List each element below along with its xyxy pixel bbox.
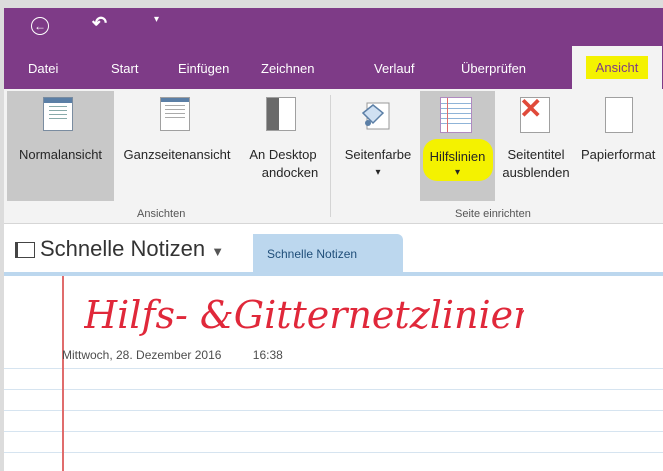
tab-datei[interactable]: Datei: [28, 61, 58, 76]
section-tab[interactable]: Schnelle Notizen: [253, 234, 403, 274]
rule-lines-button[interactable]: Hilfslinien ▾: [420, 91, 495, 201]
notebook-header: Schnelle Notizen ▼ Schnelle Notizen: [4, 224, 663, 274]
normal-view-label: Normalansicht: [18, 147, 103, 162]
dock-to-desktop-icon: [266, 97, 296, 131]
back-arrow-circle-icon[interactable]: ←: [31, 17, 49, 35]
paper-size-label: Papierformat: [581, 147, 656, 162]
paper-size-button[interactable]: Papierformat: [577, 91, 663, 201]
paint-bucket-icon: [359, 99, 393, 131]
quick-access-toolbar: ← ↶ ▾: [4, 8, 663, 46]
full-page-view-icon: [160, 97, 190, 131]
full-page-view-label: Ganzseitenansicht: [123, 147, 231, 162]
page-time: 16:38: [252, 348, 283, 362]
tab-start[interactable]: Start: [111, 61, 138, 76]
page-timestamp: Mittwoch, 28. Dezember 2016 16:38: [62, 348, 283, 362]
rule-lines-icon: [440, 97, 472, 133]
notebook-dropdown-icon[interactable]: ▼: [211, 244, 224, 259]
rule-lines-dropdown-icon: ▾: [454, 167, 461, 178]
page-color-button[interactable]: Seitenfarbe ▾: [337, 91, 419, 201]
ribbon-panel: Normalansicht Ganzseitenansicht An Deskt…: [4, 89, 663, 224]
ribbon-tabs: Datei Start Einfügen Zeichnen Verlauf Üb…: [4, 46, 663, 89]
page-color-dropdown-icon: ▾: [375, 167, 381, 178]
normal-view-icon: [43, 97, 73, 131]
onenote-window: ← ↶ ▾ Datei Start Einfügen Zeichnen Verl…: [4, 8, 663, 471]
tab-ueberpruefen[interactable]: Überprüfen: [461, 61, 526, 76]
group-label-page-setup: Seite einrichten: [455, 208, 531, 220]
group-separator: [330, 95, 331, 217]
customize-caret-icon[interactable]: ▾: [154, 14, 159, 25]
hide-page-title-button[interactable]: ✕ Seitentitel ausblenden: [496, 91, 576, 201]
undo-icon[interactable]: ↶: [92, 13, 107, 34]
normal-view-button[interactable]: Normalansicht: [7, 91, 114, 201]
dock-label-line1: An Desktop: [249, 147, 317, 162]
page-canvas[interactable]: Hilfs- &Gitternetzlinien Mittwoch, 28. D…: [4, 276, 663, 471]
hide-page-title-icon: ✕: [519, 95, 550, 133]
tab-zeichnen[interactable]: Zeichnen: [261, 61, 314, 76]
page-color-label: Seitenfarbe: [344, 147, 412, 162]
handwritten-title-text: Hilfs- &Gitternetzlinien: [84, 293, 524, 337]
page-date: Mittwoch, 28. Dezember 2016: [62, 348, 222, 362]
dock-label-line2: andocken: [261, 165, 319, 180]
handwritten-page-title[interactable]: Hilfs- &Gitternetzlinien: [83, 286, 538, 347]
hide-title-label-line1: Seitentitel: [507, 147, 565, 162]
full-page-view-button[interactable]: Ganzseitenansicht: [115, 91, 239, 201]
tab-ansicht-label: Ansicht: [585, 56, 649, 79]
paper-size-icon: [605, 97, 633, 133]
dock-to-desktop-button[interactable]: An Desktop andocken: [240, 91, 326, 201]
group-label-views: Ansichten: [137, 208, 186, 220]
notebook-title[interactable]: Schnelle Notizen ▼: [40, 236, 224, 262]
tab-ansicht[interactable]: Ansicht: [572, 46, 662, 89]
page-margin-line: [62, 276, 64, 471]
notebook-title-text: Schnelle Notizen: [40, 236, 206, 261]
notebook-icon: [15, 242, 35, 258]
tab-verlauf[interactable]: Verlauf: [374, 61, 414, 76]
hide-title-label-line2: ausblenden: [502, 165, 570, 180]
tab-einfuegen[interactable]: Einfügen: [178, 61, 229, 76]
